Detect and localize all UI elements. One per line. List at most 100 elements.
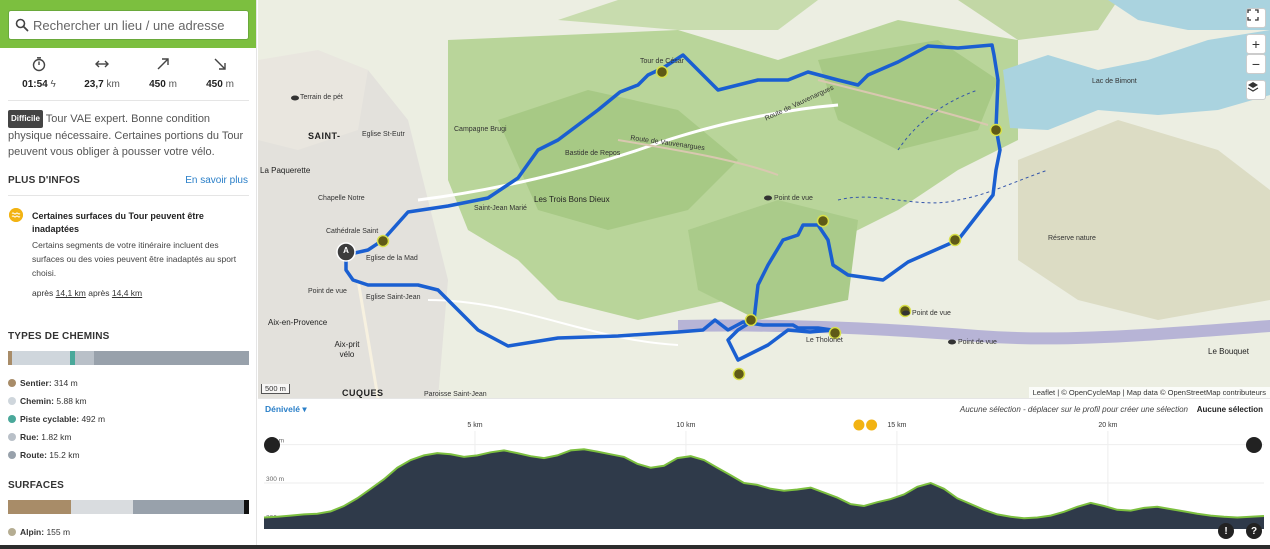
viewpoint-icon xyxy=(764,195,772,201)
map-label: La Paquerette xyxy=(260,166,311,175)
difficulty-badge: Difficile xyxy=(8,110,43,128)
bar-segment-chemin xyxy=(12,351,70,365)
map-label: Eglise St-Eutr xyxy=(362,131,405,138)
plus-icon: + xyxy=(1251,36,1261,52)
waypoint-marker[interactable] xyxy=(744,313,758,327)
play-button[interactable] xyxy=(264,437,280,462)
map-label: Point de vue xyxy=(774,195,813,202)
elevation-profile[interactable]: Dénivelé ▾ Aucune sélection - déplacer s… xyxy=(258,398,1270,549)
finish-flag-button[interactable] xyxy=(1246,437,1262,463)
search-input[interactable] xyxy=(33,15,243,36)
map-label: Aix-en-Provence xyxy=(268,318,328,327)
ascent-value: 450 xyxy=(149,79,166,90)
map-label: Saint-Jean Marié xyxy=(474,205,527,212)
profile-mode-dropdown[interactable]: Dénivelé ▾ xyxy=(265,404,307,415)
legend-dot xyxy=(8,415,16,423)
divider xyxy=(8,100,249,101)
profile-selection: Aucune sélection xyxy=(1196,405,1263,414)
surface-warning-marker[interactable] xyxy=(853,419,865,431)
waypoint-marker[interactable] xyxy=(816,214,830,228)
warning-locations: après 14,1 km après 14,4 km xyxy=(32,288,142,298)
viewpoint-icon xyxy=(902,310,910,316)
zoom-in-button[interactable]: + xyxy=(1246,34,1266,54)
km-tick-label: 15 km xyxy=(887,422,906,429)
map[interactable]: SAINT- La Paquerette Aix-en-Provence Aix… xyxy=(258,0,1270,398)
map-label: Point de vue xyxy=(912,310,951,317)
waypoint-marker[interactable] xyxy=(376,234,390,248)
layers-icon xyxy=(1247,82,1259,92)
divider xyxy=(8,195,249,196)
distance-arrows-icon xyxy=(95,60,109,68)
play-icon xyxy=(266,456,271,462)
waypoint-marker[interactable] xyxy=(655,65,669,79)
ebike-icon: ϟ xyxy=(47,79,56,90)
map-label: SAINT- xyxy=(308,131,341,141)
map-label: Les Trois Bons Dieux xyxy=(534,195,610,204)
waypoint-marker[interactable] xyxy=(989,123,1003,137)
sidebar: 01:54 ϟ 23,7 km 450 m 450 m xyxy=(0,0,257,549)
help-button[interactable]: ? xyxy=(1246,523,1262,539)
arrow-down-right-icon xyxy=(214,58,226,70)
waypoint-marker[interactable] xyxy=(948,233,962,247)
search-bar xyxy=(0,0,256,48)
difficulty-block: Difficile Tour VAE expert. Bonne conditi… xyxy=(8,110,251,160)
legend-dot xyxy=(8,397,16,405)
legend-dot xyxy=(8,528,16,536)
elevation-area[interactable] xyxy=(264,449,1264,529)
legend-chemin: Chemin: 5.88 km xyxy=(8,396,87,406)
tour-stats: 01:54 ϟ 23,7 km 450 m 450 m xyxy=(0,52,256,98)
legend-rue: Rue: 1.82 km xyxy=(8,432,72,442)
more-info-title: PLUS D'INFOS xyxy=(8,175,81,186)
km-tick-label: 10 km xyxy=(676,422,695,429)
legend-dot xyxy=(8,433,16,441)
zoom-out-button[interactable]: − xyxy=(1246,54,1266,74)
viewpoint-icon xyxy=(948,339,956,345)
map-label: Point de vue xyxy=(958,339,997,346)
waypoint-marker[interactable] xyxy=(732,367,746,381)
ascent-unit: m xyxy=(168,79,177,90)
descent-value: 450 xyxy=(206,79,223,90)
elevation-tick-label: 300 m xyxy=(266,476,284,483)
report-button[interactable]: ! xyxy=(1218,523,1234,539)
warning-after-label: après xyxy=(88,288,110,298)
warning-location-link[interactable]: 14,4 km xyxy=(112,288,142,298)
map-label: Terrain de pét xyxy=(300,94,343,101)
km-tick-label: 5 km xyxy=(467,422,482,429)
distance-stat: 23,7 km xyxy=(77,52,127,90)
map-label: Bastide de Repos xyxy=(565,150,621,157)
viewpoint-icon xyxy=(291,95,299,101)
profile-hint: Aucune sélection - déplacer sur le profi… xyxy=(959,405,1188,414)
bar-segment xyxy=(244,500,249,514)
start-marker-label: A xyxy=(343,246,349,255)
km-tick-label: 20 km xyxy=(1098,422,1117,429)
distance-unit: km xyxy=(106,79,120,90)
map-scale: 500 m xyxy=(261,384,290,394)
profile-chart[interactable]: 5 km10 km15 km20 km400 m300 m200 m xyxy=(258,417,1270,532)
exclamation-icon: ! xyxy=(1224,525,1228,537)
surfaces-title: SURFACES xyxy=(8,480,65,491)
ascent-stat: 450 m xyxy=(138,52,188,90)
map-label: Paroisse Saint-Jean xyxy=(424,391,487,398)
fullscreen-button[interactable] xyxy=(1246,8,1266,28)
legend-sentier: Sentier: 314 m xyxy=(8,378,78,388)
map-label: Eglise Saint-Jean xyxy=(366,294,421,301)
chevron-down-icon: ▾ xyxy=(302,404,307,414)
descent-unit: m xyxy=(225,79,234,90)
layers-button[interactable] xyxy=(1246,80,1266,100)
flag-icon xyxy=(1246,456,1254,463)
search-box[interactable] xyxy=(8,10,249,40)
surface-warning-marker[interactable] xyxy=(866,419,878,431)
bar-segment-rue xyxy=(75,351,94,365)
legend-dot xyxy=(8,451,16,459)
difficulty-text: Tour VAE expert. Bonne condition physiqu… xyxy=(8,113,244,158)
more-info-link[interactable]: En savoir plus xyxy=(185,175,248,186)
map-label: Le Tholonet xyxy=(806,337,843,344)
search-icon xyxy=(15,18,29,32)
legend-route: Route: 15.2 km xyxy=(8,450,80,460)
duration-stat: 01:54 ϟ xyxy=(14,52,64,90)
warning-location-link[interactable]: 14,1 km xyxy=(56,288,86,298)
map-canvas[interactable] xyxy=(258,0,1270,398)
descent-stat: 450 m xyxy=(195,52,245,90)
map-label: Réserve nature xyxy=(1048,235,1096,242)
surfaces-bar xyxy=(8,500,249,514)
